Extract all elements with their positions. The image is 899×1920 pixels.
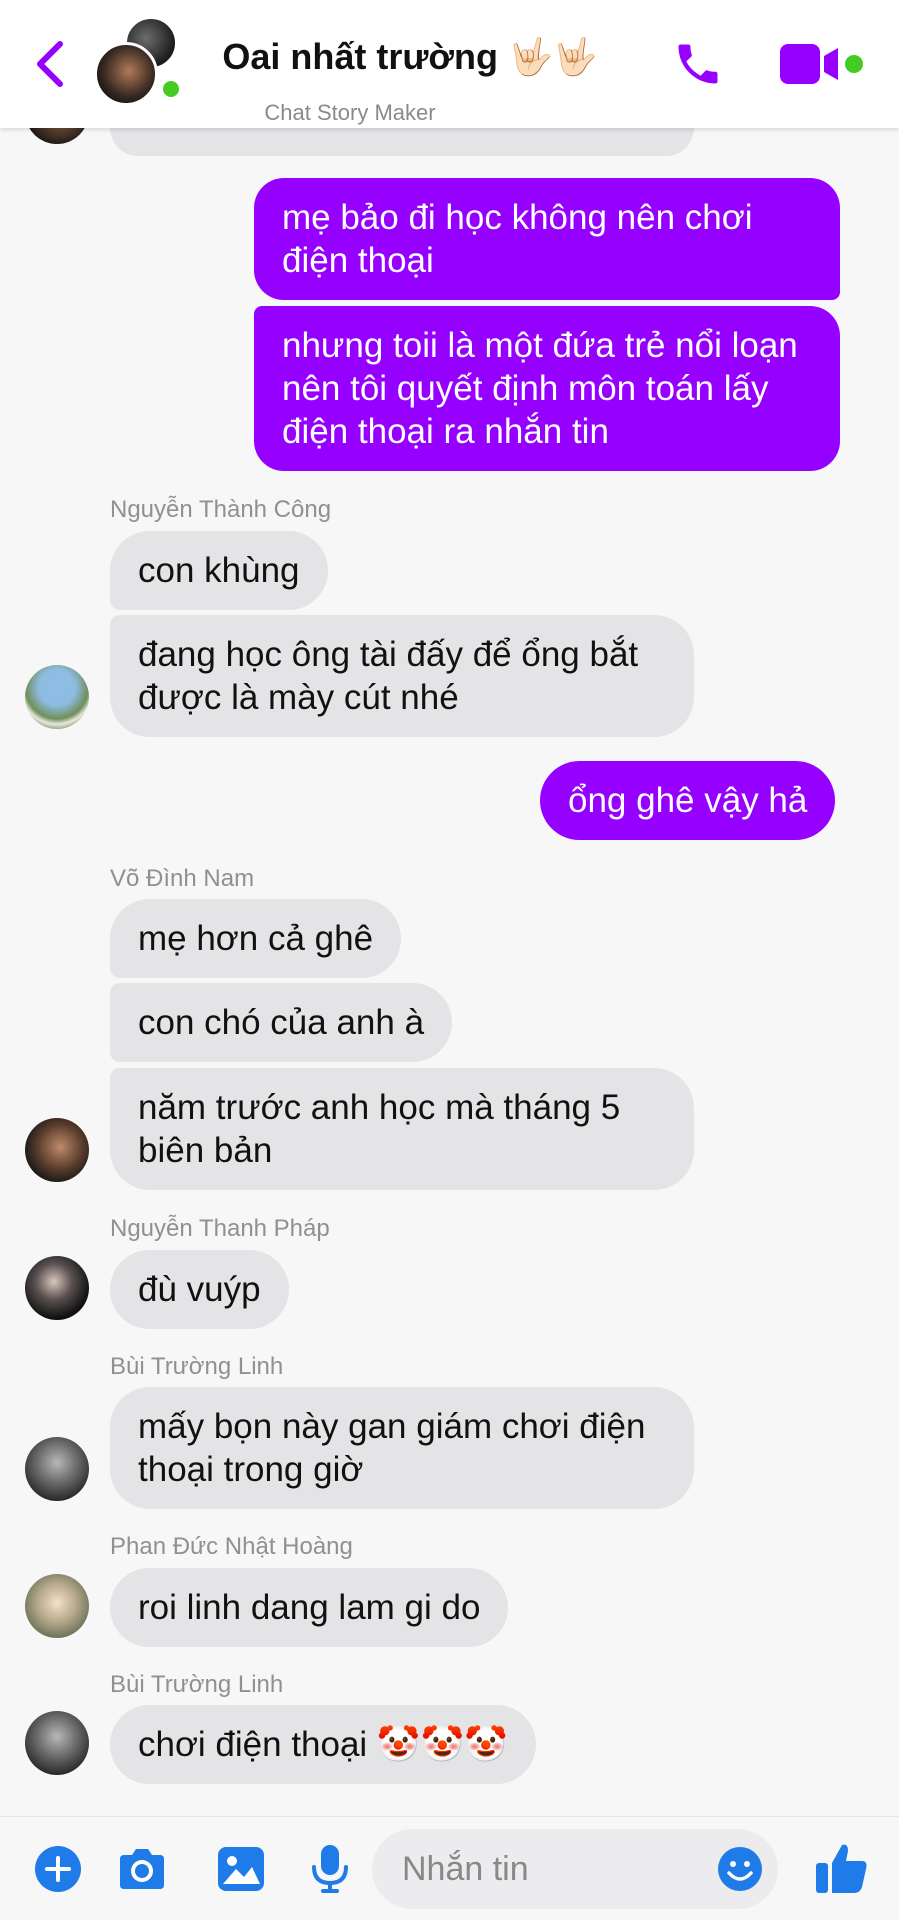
message-bubble-incoming[interactable]: mấy bọn này gan giám chơi điện thoại tro…: [110, 1387, 694, 1509]
message-list[interactable]: mẹ bảo đi học không nên chơi điện thoại …: [0, 0, 899, 1816]
video-camera-icon[interactable]: [778, 42, 848, 86]
sender-name: Nguyễn Thanh Pháp: [110, 1215, 330, 1242]
thumbs-up-icon[interactable]: [812, 1839, 870, 1897]
message-bubble-outgoing[interactable]: mẹ bảo đi học không nên chơi điện thoại: [254, 178, 840, 300]
avatar-bui-truong-linh[interactable]: [25, 1437, 89, 1501]
avatar-vo-dinh-nam[interactable]: [25, 1118, 89, 1182]
message-bubble-incoming[interactable]: đang học ông tài đấy để ổng bắt được là …: [110, 615, 694, 737]
composer-bar: [0, 1816, 899, 1920]
back-chevron-icon[interactable]: [30, 38, 70, 90]
avatar-bui-truong-linh[interactable]: [25, 1711, 89, 1775]
avatar-phan-duc-nhat-hoang[interactable]: [25, 1574, 89, 1638]
sender-name: Bùi Trường Linh: [110, 1671, 284, 1698]
message-bubble-incoming[interactable]: mẹ hơn cả ghê: [110, 899, 402, 978]
sender-name: Nguyễn Thành Công: [110, 496, 332, 523]
group-avatar[interactable]: [94, 16, 194, 106]
sender-name: Phan Đức Nhật Hoàng: [110, 1533, 353, 1560]
message-bubble-incoming[interactable]: con chó của anh à: [110, 983, 453, 1062]
message-input[interactable]: [400, 1841, 670, 1897]
message-bubble-incoming[interactable]: chơi điện thoại 🤡🤡🤡: [110, 1705, 536, 1784]
chat-header: Oai nhất trường 🤟🏻🤟🏻 Chat Story Maker: [0, 0, 899, 128]
message-bubble-outgoing[interactable]: nhưng toii là một đứa trẻ nổi loạn nên t…: [254, 306, 840, 471]
microphone-icon[interactable]: [302, 1841, 358, 1897]
message-bubble-incoming[interactable]: con khùng: [110, 531, 328, 610]
video-online-dot: [845, 55, 863, 73]
message-bubble-outgoing[interactable]: ổng ghê vậy hả: [540, 761, 836, 840]
message-bubble-incoming[interactable]: roi linh dang lam gi do: [110, 1568, 509, 1647]
online-status-dot: [160, 78, 182, 100]
phone-icon[interactable]: [672, 38, 724, 90]
message-input-container[interactable]: [372, 1829, 778, 1909]
avatar: [94, 42, 158, 106]
sender-name: Võ Đình Nam: [110, 865, 255, 892]
image-icon[interactable]: [214, 1841, 270, 1897]
message-bubble-incoming[interactable]: năm trước anh học mà tháng 5 biên bản: [110, 1068, 694, 1190]
sender-name: Bùi Trường Linh: [110, 1353, 284, 1380]
chat-subtitle: Chat Story Maker: [264, 100, 436, 125]
message-bubble-incoming[interactable]: đù vuýp: [110, 1250, 289, 1329]
plus-icon[interactable]: [30, 1841, 86, 1897]
chat-title[interactable]: Oai nhất trường 🤟🏻🤟🏻: [200, 36, 620, 78]
camera-icon[interactable]: [114, 1841, 170, 1897]
avatar-nguyen-thanh-cong[interactable]: [25, 665, 89, 729]
emoji-icon[interactable]: [716, 1845, 764, 1893]
avatar-nguyen-thanh-phap[interactable]: [25, 1256, 89, 1320]
